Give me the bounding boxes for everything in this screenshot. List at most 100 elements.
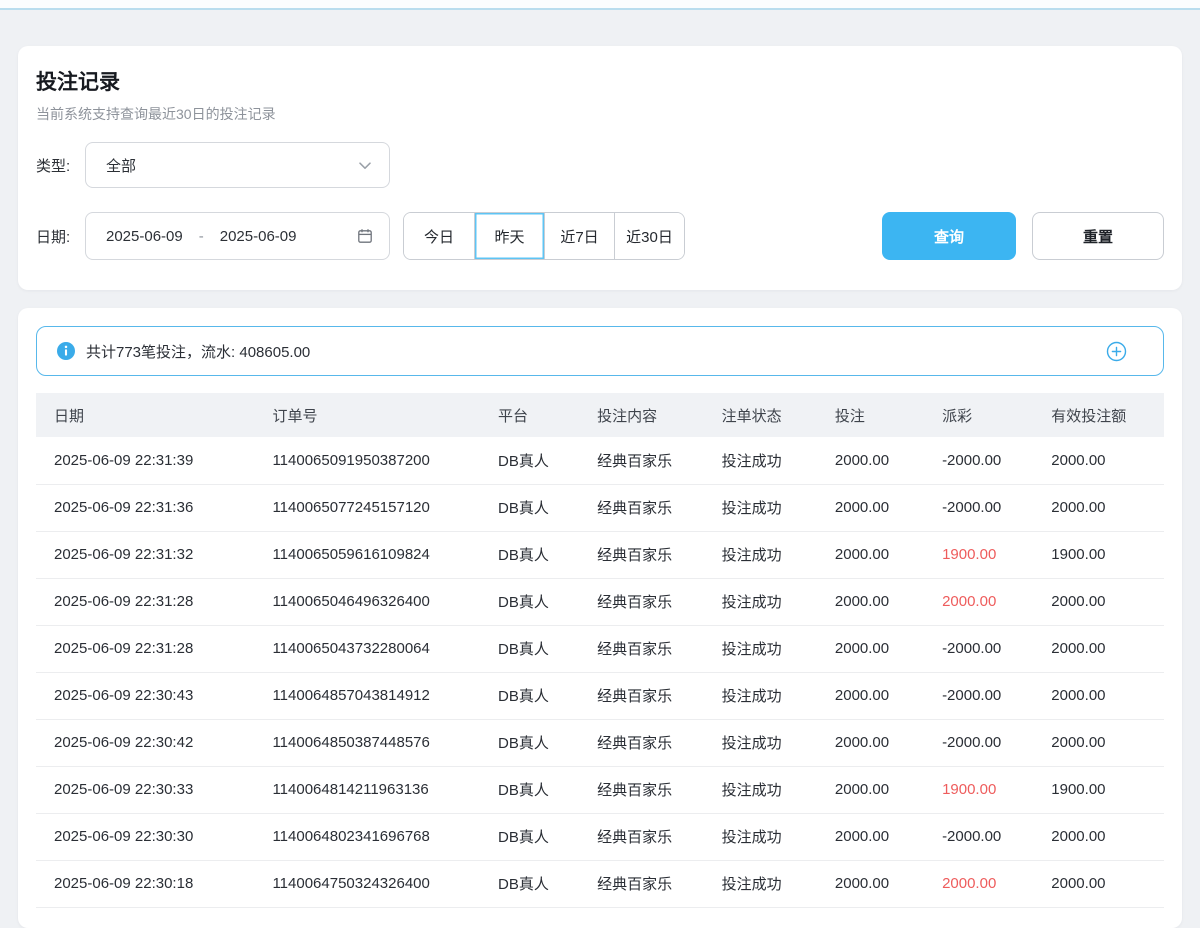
quick-range-button[interactable]: 昨天	[474, 213, 544, 259]
cell-platform: DB真人	[480, 437, 579, 484]
cell-date: 2025-06-09 22:31:28	[36, 578, 254, 625]
date-range-input[interactable]: 2025-06-09 - 2025-06-09	[85, 212, 390, 260]
column-header: 注单状态	[704, 393, 817, 437]
cell-bet-amount: 2000.00	[817, 813, 924, 860]
cell-payout: 2000.00	[924, 860, 1033, 907]
type-select-value: 全部	[106, 155, 136, 176]
date-range-separator: -	[199, 228, 204, 245]
cell-bet-amount: 2000.00	[817, 860, 924, 907]
table-body: 2025-06-09 22:31:39 1140065091950387200 …	[36, 437, 1164, 907]
cell-bet-content: 经典百家乐	[579, 484, 704, 531]
quick-range-button[interactable]: 近30日	[614, 213, 684, 259]
cell-valid-amount: 1900.00	[1033, 766, 1164, 813]
cell-platform: DB真人	[480, 672, 579, 719]
cell-date: 2025-06-09 22:31:39	[36, 437, 254, 484]
cell-order-id: 1140064850387448576	[254, 719, 480, 766]
cell-date: 2025-06-09 22:30:30	[36, 813, 254, 860]
cell-order-id: 1140064857043814912	[254, 672, 480, 719]
table-header-row: 日期订单号平台投注内容注单状态投注派彩有效投注额	[36, 393, 1164, 437]
table-row: 2025-06-09 22:31:39 1140065091950387200 …	[36, 437, 1164, 484]
column-header: 投注	[817, 393, 924, 437]
table-row: 2025-06-09 22:30:18 1140064750324326400 …	[36, 860, 1164, 907]
info-icon	[57, 342, 75, 360]
cell-payout: 1900.00	[924, 766, 1033, 813]
page-title: 投注记录	[36, 70, 1164, 95]
table-row: 2025-06-09 22:31:36 1140065077245157120 …	[36, 484, 1164, 531]
cell-status: 投注成功	[704, 437, 817, 484]
reset-button[interactable]: 重置	[1032, 212, 1164, 260]
cell-payout: -2000.00	[924, 672, 1033, 719]
cell-platform: DB真人	[480, 766, 579, 813]
cell-status: 投注成功	[704, 578, 817, 625]
cell-platform: DB真人	[480, 531, 579, 578]
cell-valid-amount: 2000.00	[1033, 437, 1164, 484]
cell-valid-amount: 2000.00	[1033, 719, 1164, 766]
cell-order-id: 1140065091950387200	[254, 437, 480, 484]
quick-range-button[interactable]: 近7日	[544, 213, 614, 259]
cell-platform: DB真人	[480, 625, 579, 672]
cell-status: 投注成功	[704, 813, 817, 860]
cell-order-id: 1140065046496326400	[254, 578, 480, 625]
page-subtitle: 当前系统支持查询最近30日的投注记录	[36, 104, 1164, 124]
cell-valid-amount: 2000.00	[1033, 625, 1164, 672]
cell-payout: -2000.00	[924, 484, 1033, 531]
quick-range-group: 今日昨天近7日近30日	[403, 212, 685, 260]
cell-bet-content: 经典百家乐	[579, 719, 704, 766]
cell-payout: 1900.00	[924, 531, 1033, 578]
cell-status: 投注成功	[704, 719, 817, 766]
records-table: 日期订单号平台投注内容注单状态投注派彩有效投注额 2025-06-09 22:3…	[36, 393, 1164, 908]
type-label: 类型:	[36, 155, 85, 176]
cell-date: 2025-06-09 22:31:36	[36, 484, 254, 531]
calendar-icon	[357, 228, 373, 244]
cell-date: 2025-06-09 22:30:18	[36, 860, 254, 907]
quick-range-button[interactable]: 今日	[404, 213, 474, 259]
cell-valid-amount: 2000.00	[1033, 484, 1164, 531]
cell-payout: -2000.00	[924, 625, 1033, 672]
column-header: 平台	[480, 393, 579, 437]
cell-date: 2025-06-09 22:31:28	[36, 625, 254, 672]
cell-valid-amount: 2000.00	[1033, 672, 1164, 719]
filter-panel: 投注记录 当前系统支持查询最近30日的投注记录 类型: 全部 日期: 2025-…	[18, 46, 1182, 290]
summary-text: 共计773笔投注，流水: 408605.00	[86, 341, 310, 362]
cell-date: 2025-06-09 22:30:33	[36, 766, 254, 813]
cell-payout: -2000.00	[924, 437, 1033, 484]
column-header: 有效投注额	[1033, 393, 1164, 437]
column-header: 日期	[36, 393, 254, 437]
cell-status: 投注成功	[704, 766, 817, 813]
table-row: 2025-06-09 22:31:28 1140065043732280064 …	[36, 625, 1164, 672]
table-row: 2025-06-09 22:30:43 1140064857043814912 …	[36, 672, 1164, 719]
cell-valid-amount: 2000.00	[1033, 860, 1164, 907]
table-row: 2025-06-09 22:30:33 1140064814211963136 …	[36, 766, 1164, 813]
cell-order-id: 1140065077245157120	[254, 484, 480, 531]
table-row: 2025-06-09 22:30:30 1140064802341696768 …	[36, 813, 1164, 860]
cell-order-id: 1140064802341696768	[254, 813, 480, 860]
cell-bet-content: 经典百家乐	[579, 531, 704, 578]
cell-platform: DB真人	[480, 719, 579, 766]
cell-payout: -2000.00	[924, 813, 1033, 860]
cell-bet-amount: 2000.00	[817, 437, 924, 484]
date-label: 日期:	[36, 226, 85, 247]
cell-bet-amount: 2000.00	[817, 531, 924, 578]
cell-order-id: 1140064750324326400	[254, 860, 480, 907]
plus-circle-icon[interactable]	[1106, 341, 1127, 362]
cell-order-id: 1140065043732280064	[254, 625, 480, 672]
cell-bet-content: 经典百家乐	[579, 578, 704, 625]
cell-bet-content: 经典百家乐	[579, 813, 704, 860]
cell-date: 2025-06-09 22:31:32	[36, 531, 254, 578]
cell-status: 投注成功	[704, 672, 817, 719]
cell-payout: -2000.00	[924, 719, 1033, 766]
cell-platform: DB真人	[480, 484, 579, 531]
column-header: 订单号	[254, 393, 480, 437]
cell-bet-amount: 2000.00	[817, 484, 924, 531]
cell-status: 投注成功	[704, 625, 817, 672]
query-button[interactable]: 查询	[882, 212, 1016, 260]
top-divider	[0, 0, 1200, 10]
cell-bet-content: 经典百家乐	[579, 860, 704, 907]
type-select[interactable]: 全部	[85, 142, 390, 188]
cell-platform: DB真人	[480, 578, 579, 625]
date-start-value: 2025-06-09	[106, 228, 183, 245]
cell-bet-amount: 2000.00	[817, 766, 924, 813]
cell-payout: 2000.00	[924, 578, 1033, 625]
column-header: 投注内容	[579, 393, 704, 437]
date-end-value: 2025-06-09	[220, 228, 297, 245]
